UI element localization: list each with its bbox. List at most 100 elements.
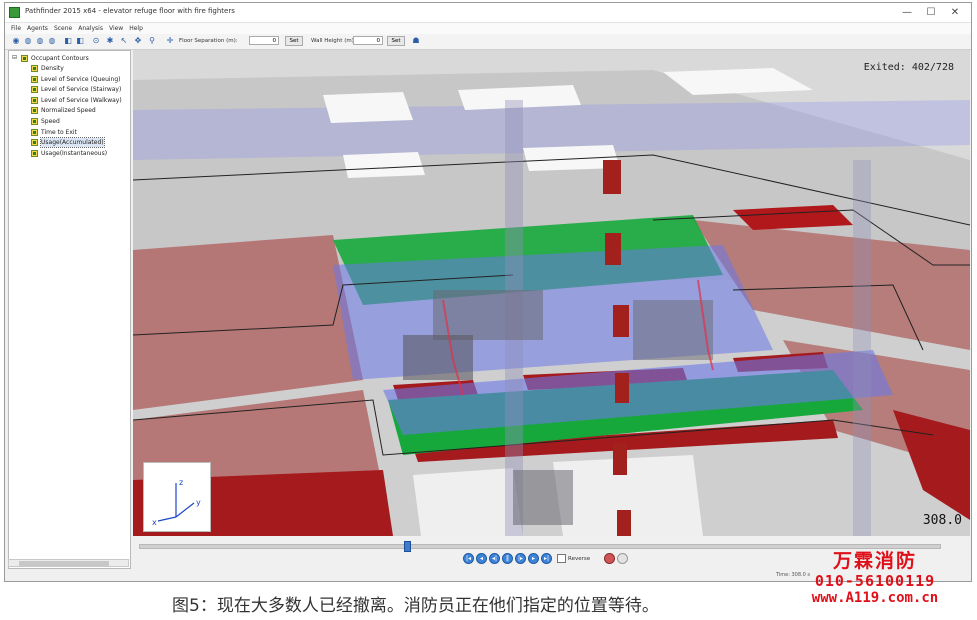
tree-item-checkbox[interactable] [31,149,38,157]
last-frame-button[interactable]: ▸| [541,553,552,564]
title-bar: Pathfinder 2015 x64 - elevator refuge fl… [5,3,971,23]
pause-button[interactable]: ‖ [502,553,513,564]
y-axis-line [175,502,195,518]
firefighter-group-1 [603,160,621,194]
play-backward-button[interactable]: ◂ [476,553,487,564]
app-window: Pathfinder 2015 x64 - elevator refuge fl… [4,2,972,582]
record-button[interactable] [604,553,616,564]
close-button[interactable]: ✕ [943,5,967,20]
zoom-icon[interactable]: ⚲ [147,36,157,46]
toolbar: ◉ ◍ ◍ ◍ ◧ ◧ ⊙ ✱ ↖ ✥ ⚲ ✛ Floor Separation… [5,34,971,50]
maximize-button[interactable]: ☐ [919,5,943,20]
room-white-1 [323,92,413,123]
menu-bar: File Agents Scene Analysis View Help [5,23,971,34]
tree-item-density[interactable]: Density [41,64,64,73]
pathfinder-app-icon [9,7,20,18]
camera-icon[interactable]: ☗ [411,36,421,46]
step-forward-button[interactable]: |▸ [515,553,526,564]
play-button[interactable]: ▸ [528,553,539,564]
pan-icon[interactable]: ✛ [165,36,175,46]
tree-item-level-of-service-stairway[interactable]: Level of Service (Stairway) [41,85,121,94]
wall-height-set-button[interactable]: Set [387,36,405,46]
playback-controls: |◂ ◂ ◂| ‖ |▸ ▸ ▸| Reverse [463,553,629,564]
3d-viewport[interactable]: Exited: 402/728 308.0 z y x [133,50,970,536]
occupant-cluster-4 [513,470,573,525]
floor-separation-set-button[interactable]: Set [285,36,303,46]
contours-tree-panel: ⊟ Occupant Contours Density Level of Serv… [8,50,131,569]
tree-item-normalized-speed[interactable]: Normalized Speed [41,106,96,115]
menu-analysis[interactable]: Analysis [76,23,107,34]
tree-item-checkbox[interactable] [31,139,38,147]
tree-item-time-to-exit[interactable]: Time to Exit [41,128,77,137]
options-button[interactable] [617,553,629,564]
x-axis-line [157,516,177,522]
tree-item-level-of-service-queuing[interactable]: Level of Service (Queuing) [41,75,121,84]
window-title: Pathfinder 2015 x64 - elevator refuge fl… [25,7,235,15]
tree-item-checkbox[interactable] [31,107,38,115]
reverse-label: Reverse [568,555,591,562]
figure-caption: 图5：现在大多数人已经撤离。消防员正在他们指定的位置等待。 [172,596,659,616]
watermark-phone: 010-56100119 [814,572,936,590]
tree-root-label[interactable]: Occupant Contours [31,54,89,63]
tree-item-checkbox[interactable] [31,128,38,136]
floor-separation-label: Floor Separation (m): [179,38,238,44]
timeline-thumb[interactable] [404,541,411,552]
firefighter-group-5 [613,443,627,475]
tree-horizontal-scrollbar[interactable] [8,559,129,567]
exited-counter: Exited: 402/728 [863,62,954,73]
tree-item-usage-instantaneous[interactable]: Usage(Instantaneous) [41,149,107,158]
view-side-icon[interactable]: ◍ [47,36,57,46]
menu-agents[interactable]: Agents [25,23,52,34]
playback-timeline[interactable] [139,541,941,552]
axis-gizmo: z y x [143,462,211,532]
tree-item-speed[interactable]: Speed [41,117,60,126]
y-axis-label: y [196,498,201,507]
view-top-icon[interactable]: ◍ [23,36,33,46]
room-white-4 [343,152,425,178]
watermark-url: www.A119.com.cn [811,590,939,606]
menu-help[interactable]: Help [127,23,147,34]
render-mode-icon[interactable]: ◧ [63,36,73,46]
menu-view[interactable]: View [107,23,127,34]
firefighter-group-6 [617,510,631,536]
home-view-icon[interactable]: ⊙ [91,36,101,46]
tree-item-checkbox[interactable] [31,96,38,104]
wall-height-label: Wall Height (m): [311,38,356,44]
walk-icon[interactable]: ✱ [105,36,115,46]
tree-item-checkbox[interactable] [31,118,38,125]
tree-collapse-icon[interactable]: ⊟ [12,54,17,61]
firefighter-group-4 [615,373,629,403]
simulation-scene [133,50,970,536]
left-zone-upper [133,235,363,410]
x-axis-label: x [152,518,157,527]
reverse-checkbox[interactable] [557,554,566,563]
tree-item-checkbox[interactable] [31,75,38,83]
tree-item-usage-accumulated[interactable]: Usage(Accumulated) [40,137,105,149]
agent-display-icon[interactable]: ◧ [75,36,85,46]
firefighter-group-3 [613,305,629,337]
view-front-icon[interactable]: ◍ [35,36,45,46]
elevator-shaft-right [853,160,871,536]
tree-root-checkbox[interactable] [21,55,28,62]
watermark: 万霖消防 010-56100119 www.A119.com.cn [775,550,975,607]
wall-height-input[interactable]: 0 [353,36,383,45]
tree-item-level-of-service-walkway[interactable]: Level of Service (Walkway) [41,96,122,105]
occupant-cluster-2 [403,335,473,380]
first-frame-button[interactable]: |◂ [463,553,474,564]
tree-scroll-thumb[interactable] [19,561,109,566]
minimize-button[interactable]: — [895,5,919,20]
menu-file[interactable]: File [9,23,25,34]
orbit-icon[interactable]: ✥ [133,36,143,46]
occupant-cluster-3 [633,300,713,360]
firefighter-group-2 [605,233,621,265]
tree-item-checkbox[interactable] [31,86,38,94]
floor-separation-input[interactable]: 0 [249,36,279,45]
step-back-button[interactable]: ◂| [489,553,500,564]
tree-item-checkbox[interactable] [31,65,38,72]
simulation-time-readout: 308.0 [922,513,962,528]
menu-scene[interactable]: Scene [52,23,76,34]
view-3d-icon[interactable]: ◉ [11,36,21,46]
z-axis-label: z [179,478,183,487]
select-pointer-icon[interactable]: ↖ [119,36,129,46]
occupant-cluster-1 [433,290,543,340]
